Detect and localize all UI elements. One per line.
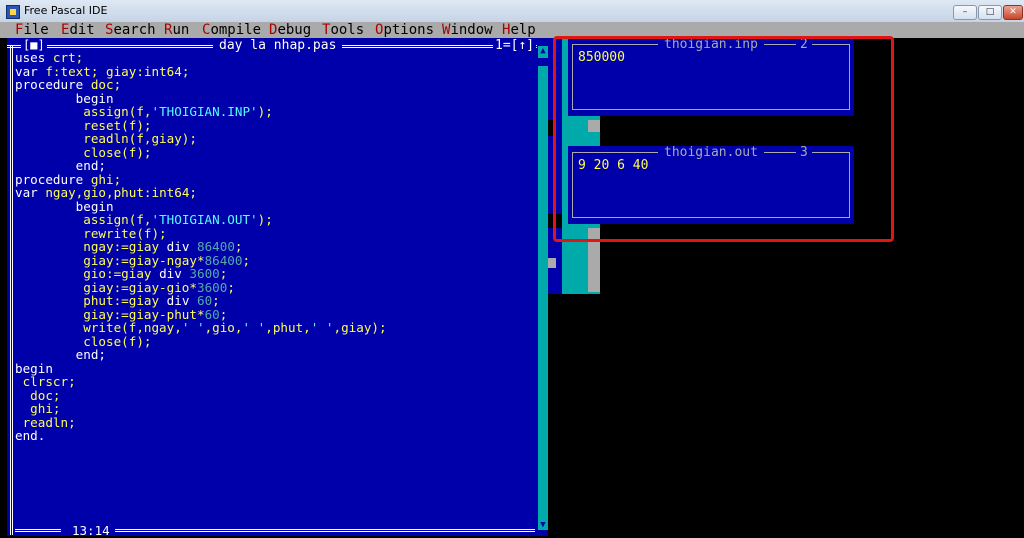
editor-window[interactable]: [■] day la nhap.pas 1=[↑] ▲ ▼ uses crt; v… [7, 38, 548, 538]
code-line[interactable]: ghi; [15, 402, 387, 416]
code-line[interactable]: readln; [15, 415, 387, 430]
editor-window-number[interactable]: 1=[↑] [493, 38, 537, 53]
code-line[interactable]: begin [15, 361, 387, 376]
window-title: Free Pascal IDE [24, 4, 108, 17]
status-frame-left [15, 529, 61, 532]
editor-frame-left [10, 45, 13, 535]
maximize-button[interactable]: □ [978, 5, 1002, 20]
code-line[interactable]: end; [15, 159, 387, 173]
code-token: ,gio, [204, 320, 243, 335]
menu-label: ompile [210, 22, 262, 38]
menu-label: un [172, 22, 190, 38]
menu-search[interactable]: Search [105, 22, 156, 38]
code-token: ' ' [242, 320, 266, 335]
code-token: ; [227, 279, 235, 295]
code-token: ); [257, 212, 273, 227]
code-token: 'THOIGIAN.INP' [151, 104, 258, 119]
code-line[interactable]: giay:=giay-ngay*86400; [15, 252, 387, 268]
menu-window[interactable]: Window [442, 22, 493, 38]
code-line[interactable]: giay:=giay-phut*60; [15, 307, 387, 322]
status-frame-right [115, 529, 535, 532]
code-line[interactable]: rewrite(f); [15, 226, 387, 241]
code-line[interactable]: end. [15, 429, 387, 443]
code-line[interactable]: end; [15, 348, 387, 362]
menu-tools[interactable]: Tools [322, 22, 364, 38]
code-line[interactable]: phut:=giay div 60; [15, 294, 387, 308]
code-token: end. [15, 428, 46, 443]
code-line[interactable]: clrscr; [15, 375, 387, 389]
menu-label: ools [330, 22, 365, 38]
menu-label: ebug [277, 22, 312, 38]
menu-options[interactable]: Options [375, 22, 434, 38]
code-editor-text[interactable]: uses crt; var f:text; giay:int64; procedur… [15, 51, 387, 443]
scroll-thumb[interactable] [538, 58, 548, 66]
code-line[interactable]: begin [15, 199, 387, 214]
code-token: ,phut, [265, 320, 311, 335]
minimize-button[interactable]: – [953, 5, 977, 20]
code-token: ' ' [310, 320, 334, 335]
menu-help[interactable]: Help [502, 22, 536, 38]
menu-edit[interactable]: Edit [61, 22, 95, 38]
code-line[interactable]: close(f); [15, 145, 387, 160]
code-token: ,giay); [333, 320, 387, 335]
code-line[interactable]: uses crt; [15, 51, 387, 65]
menu-label: ptions [383, 22, 435, 38]
code-line[interactable]: reset(f); [15, 118, 387, 133]
code-line[interactable]: write(f,ngay,' ',gio,' ',phut,' ',giay); [15, 320, 387, 335]
menu-run[interactable]: Run [164, 22, 189, 38]
cursor-position: 13:14 [72, 523, 110, 538]
menu-label: earch [113, 22, 156, 38]
code-line[interactable]: procedure doc; [15, 78, 387, 92]
editor-vertical-scrollbar[interactable]: ▲ ▼ [538, 46, 548, 530]
highlight-annotation [553, 36, 894, 242]
scroll-down-arrow-icon[interactable]: ▼ [538, 520, 548, 530]
menu-label: indow [450, 22, 493, 38]
code-line[interactable]: gio:=giay div 3600; [15, 267, 387, 281]
code-line[interactable]: readln(f,giay); [15, 132, 387, 146]
menu-label: ile [23, 22, 49, 38]
code-line[interactable]: ngay:=giay div 86400; [15, 240, 387, 254]
menu-file[interactable]: File [15, 22, 49, 38]
code-line[interactable]: doc; [15, 388, 387, 403]
scroll-up-arrow-icon[interactable]: ▲ [538, 46, 548, 56]
code-line[interactable]: begin [15, 91, 387, 106]
code-line[interactable]: var f:text; giay:int64; [15, 64, 387, 79]
editor-status-bar: 13:14 [15, 523, 535, 538]
menu-label: elp [510, 22, 536, 38]
code-line[interactable]: assign(f,'THOIGIAN.INP'); [15, 105, 387, 119]
window-titlebar[interactable]: Free Pascal IDE – □ ✕ [0, 0, 1024, 23]
code-line[interactable]: assign(f,'THOIGIAN.OUT'); [15, 213, 387, 227]
code-line[interactable]: close(f); [15, 334, 387, 349]
close-button[interactable]: ✕ [1003, 5, 1023, 20]
code-token: ; [242, 252, 251, 268]
menu-label: dit [69, 22, 95, 38]
code-line[interactable]: var ngay,gio,phut:int64; [15, 186, 387, 200]
menu-debug[interactable]: Debug [269, 22, 311, 38]
menu-compile[interactable]: Compile [202, 22, 261, 38]
app-icon [6, 5, 20, 19]
code-line[interactable]: procedure ghi; [15, 172, 387, 187]
code-token: 'THOIGIAN.OUT' [151, 212, 258, 227]
code-line[interactable]: giay:=giay-gio*3600; [15, 279, 387, 295]
code-token: ' ' [181, 320, 205, 335]
code-token: ); [257, 104, 273, 119]
